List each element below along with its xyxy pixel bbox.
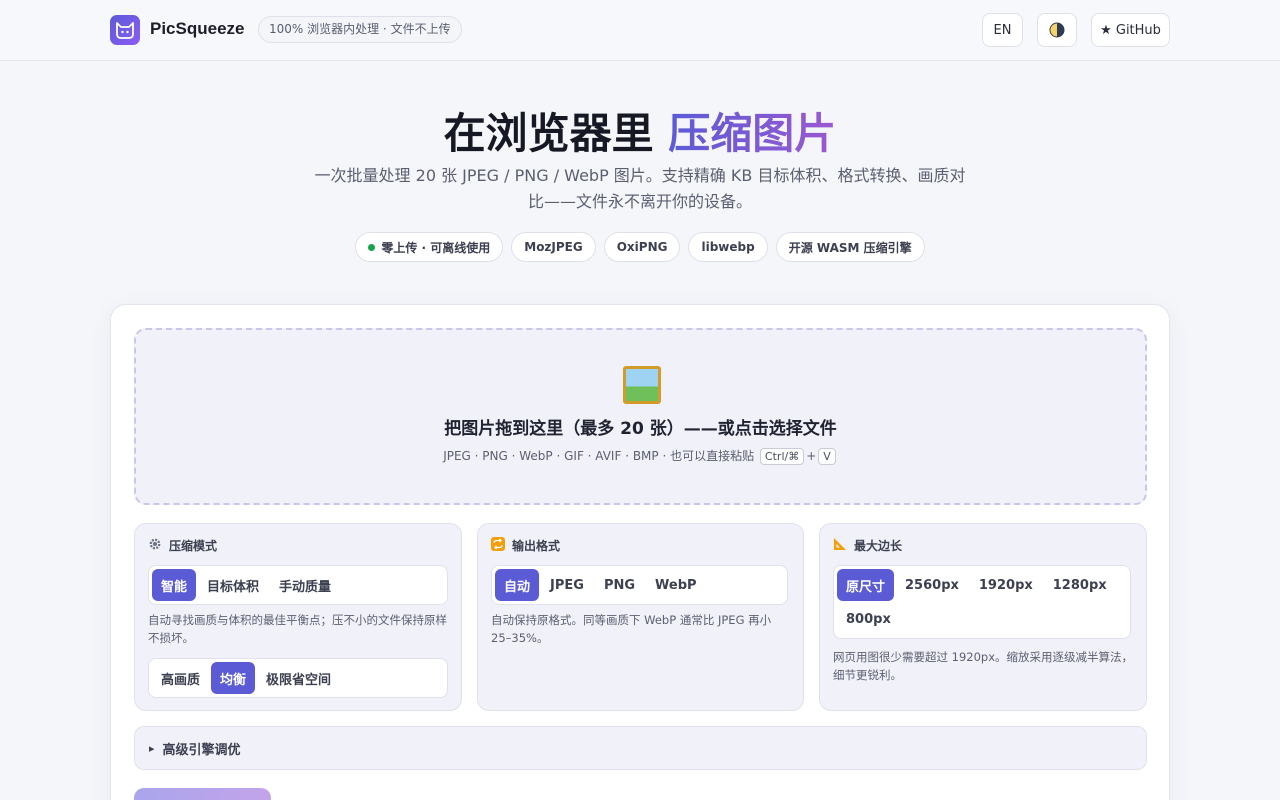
kbd-key: V xyxy=(818,448,836,465)
size-option-1280[interactable]: 1280px xyxy=(1044,569,1116,601)
compress-button[interactable] xyxy=(134,788,271,800)
panel-header: 压缩模式 xyxy=(148,537,217,554)
kbd-modifier: Ctrl/⌘ xyxy=(759,448,805,465)
output-format-panel: 输出格式 自动 JPEG PNG WebP 自动保持原格式。同等画质下 WebP… xyxy=(477,523,804,711)
level-option-high-quality[interactable]: 高画质 xyxy=(152,662,209,694)
hero-title: 在浏览器里 压缩图片 xyxy=(0,100,1280,161)
panel-title: 最大边长 xyxy=(854,539,903,553)
mode-description: 自动寻找画质与体积的最佳平衡点；压不小的文件保持原样不损坏。 xyxy=(148,613,447,645)
top-bar: PicSqueeze 100% 浏览器内处理 · 文件不上传 EN ★ GitH… xyxy=(0,0,1280,61)
feature-tag-label: libwebp xyxy=(701,240,755,254)
half-moon-theme-icon xyxy=(1049,22,1065,38)
feature-tag: libwebp xyxy=(688,232,768,262)
privacy-badge: 100% 浏览器内处理 · 文件不上传 xyxy=(258,16,462,43)
mode-option-manual-quality[interactable]: 手动质量 xyxy=(270,569,340,601)
feature-tag: 零上传 · 可离线使用 xyxy=(355,232,504,262)
level-option-balanced[interactable]: 均衡 xyxy=(211,662,256,694)
theme-toggle-button[interactable] xyxy=(1037,13,1077,47)
cat-logo-icon[interactable] xyxy=(110,15,140,45)
gear-icon xyxy=(148,537,162,554)
status-dot-icon xyxy=(368,243,376,251)
hero-title-prefix: 在浏览器里 xyxy=(443,109,669,158)
size-description: 网页用图很少需要超过 1920px。缩放采用逐级减半算法，细节更锐利。 xyxy=(833,650,1134,682)
panel-header: 最大边长 xyxy=(833,537,902,554)
format-description: 自动保持原格式。同等画质下 WebP 通常比 JPEG 再小 25–35%。 xyxy=(491,613,772,645)
size-option-1920[interactable]: 1920px xyxy=(970,569,1042,601)
dropzone-formats: JPEG · PNG · WebP · GIF · AVIF · BMP · 也… xyxy=(443,449,755,463)
github-button[interactable]: ★ GitHub xyxy=(1091,13,1170,47)
feature-tag: OxiPNG xyxy=(603,232,681,262)
framed-picture-icon xyxy=(623,366,661,404)
feature-tag: MozJPEG xyxy=(511,232,596,262)
panel-title: 输出格式 xyxy=(512,539,561,553)
quality-level-control: 高画质 均衡 极限省空间 xyxy=(148,658,448,698)
size-option-original[interactable]: 原尺寸 xyxy=(837,569,895,601)
feature-tag-label: OxiPNG xyxy=(616,240,668,254)
size-option-2560[interactable]: 2560px xyxy=(896,569,968,601)
panel-title: 压缩模式 xyxy=(169,539,218,553)
language-toggle-button[interactable]: EN xyxy=(982,13,1023,47)
mode-segmented-control: 智能 目标体积 手动质量 xyxy=(148,565,448,605)
compression-mode-panel: 压缩模式 智能 目标体积 手动质量 自动寻找画质与体积的最佳平衡点；压不小的文件… xyxy=(134,523,462,711)
format-option-png[interactable]: PNG xyxy=(595,569,644,601)
repeat-arrows-icon xyxy=(491,537,505,554)
max-dimension-panel: 最大边长 原尺寸 2560px 1920px 1280px 800px 网页用图… xyxy=(819,523,1147,711)
panel-header: 输出格式 xyxy=(491,537,560,554)
format-option-auto[interactable]: 自动 xyxy=(495,569,540,601)
feature-tag-label: 零上传 · 可离线使用 xyxy=(381,240,491,255)
format-option-webp[interactable]: WebP xyxy=(646,569,706,601)
size-segmented-control: 原尺寸 2560px 1920px 1280px 800px xyxy=(833,565,1131,639)
mode-option-target-size[interactable]: 目标体积 xyxy=(198,569,268,601)
kbd-plus: + xyxy=(806,449,817,463)
feature-tag-label: MozJPEG xyxy=(524,240,583,254)
feature-tag: 开源 WASM 压缩引擎 xyxy=(775,232,925,262)
brand-name[interactable]: PicSqueeze xyxy=(150,19,245,39)
feature-tags: 零上传 · 可离线使用 MozJPEG OxiPNG libwebp 开源 WA… xyxy=(0,232,1280,262)
disclosure-arrow-icon: ▸ xyxy=(149,741,155,755)
file-dropzone[interactable]: 把图片拖到这里（最多 20 张）——或点击选择文件 JPEG · PNG · W… xyxy=(134,328,1147,505)
dropzone-hint: JPEG · PNG · WebP · GIF · AVIF · BMP · 也… xyxy=(136,447,1145,465)
mode-option-smart[interactable]: 智能 xyxy=(152,569,197,601)
feature-tag-label: 开源 WASM 压缩引擎 xyxy=(788,240,912,255)
advanced-tuning-toggle[interactable]: ▸ 高级引擎调优 xyxy=(134,726,1147,770)
format-segmented-control: 自动 JPEG PNG WebP xyxy=(491,565,788,605)
hero-subtitle: 一次批量处理 20 张 JPEG / PNG / WebP 图片。支持精确 KB… xyxy=(314,166,966,211)
triangle-ruler-icon xyxy=(833,537,847,554)
size-option-800[interactable]: 800px xyxy=(837,603,900,635)
compressor-card: 把图片拖到这里（最多 20 张）——或点击选择文件 JPEG · PNG · W… xyxy=(110,304,1170,800)
advanced-tuning-label: 高级引擎调优 xyxy=(162,742,241,758)
dropzone-title: 把图片拖到这里（最多 20 张）——或点击选择文件 xyxy=(444,419,837,439)
format-option-jpeg[interactable]: JPEG xyxy=(541,569,593,601)
level-option-max-savings[interactable]: 极限省空间 xyxy=(257,662,340,694)
hero-title-accent: 压缩图片 xyxy=(668,109,837,158)
